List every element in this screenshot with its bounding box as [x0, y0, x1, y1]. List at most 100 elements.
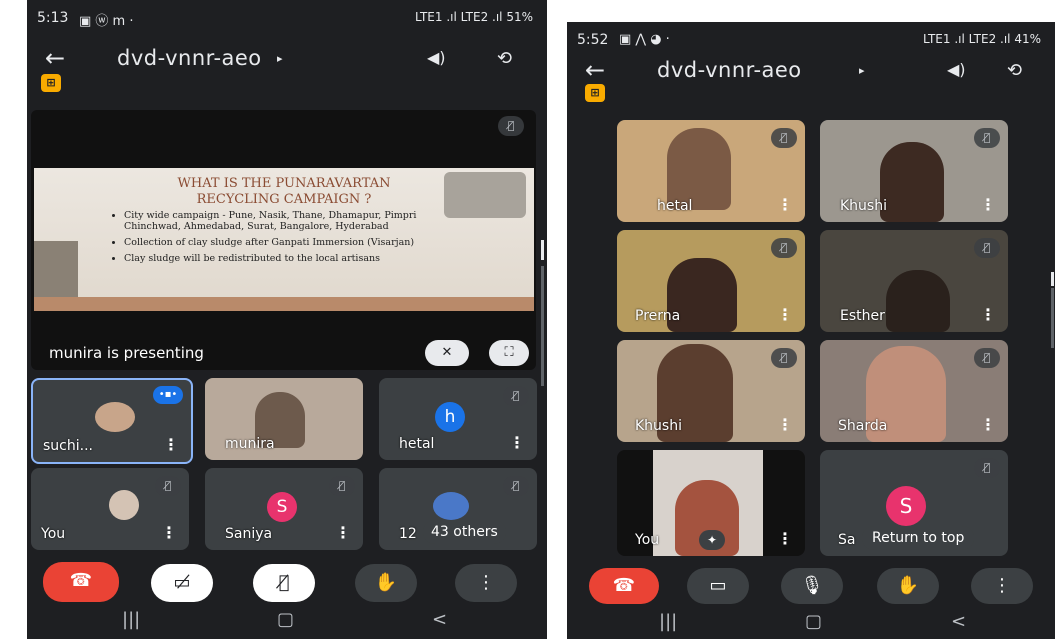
- participant-name: suchi...: [43, 438, 93, 454]
- end-call-button[interactable]: ☎: [589, 568, 659, 604]
- back-arrow-icon[interactable]: ←: [585, 56, 605, 84]
- avatar: S: [886, 486, 926, 526]
- participant-name: You: [635, 532, 660, 548]
- status-time: 5:13: [37, 10, 69, 26]
- participant-name: 12: [399, 526, 417, 542]
- more-options-icon[interactable]: ⋮: [777, 529, 793, 548]
- pin-off-icon[interactable]: ✕: [425, 340, 469, 366]
- participant-tile[interactable]: •▪• suchi... ⋮: [31, 378, 193, 464]
- recents-icon[interactable]: |||: [659, 611, 677, 632]
- participant-tile[interactable]: 🎙̸ 12 43 others: [379, 468, 537, 550]
- return-to-top-button[interactable]: Return to top: [862, 526, 975, 550]
- scrollbar-thumb[interactable]: [541, 240, 544, 260]
- participant-tile[interactable]: You ✦ ⋮: [617, 450, 805, 556]
- participant-tile[interactable]: 🎙̸ hetal ⋮: [617, 120, 805, 222]
- more-options-icon[interactable]: ⋮: [777, 195, 793, 214]
- more-options-icon[interactable]: ⋮: [509, 433, 525, 452]
- participant-tile[interactable]: munira: [205, 378, 363, 460]
- participant-tile[interactable]: 🎙̸ Khushi ⋮: [820, 120, 1008, 222]
- participant-tile[interactable]: 🎙̸ Sharda ⋮: [820, 340, 1008, 442]
- slide-footer-band: [34, 297, 534, 311]
- more-vert-icon: ⋮: [477, 572, 495, 593]
- status-time: 5:52: [577, 32, 609, 48]
- mic-off-icon: 🎙̸: [974, 348, 1000, 368]
- switch-camera-icon[interactable]: ⟲: [1007, 60, 1022, 81]
- participant-tile[interactable]: 🎙̸ h hetal ⋮: [379, 378, 537, 460]
- end-call-button[interactable]: ☎: [43, 562, 119, 602]
- speaker-icon[interactable]: ◀): [947, 60, 966, 79]
- mic-off-icon: 🎙̸: [974, 238, 1000, 258]
- title-chevron-icon[interactable]: ▸: [277, 52, 283, 65]
- more-options-button[interactable]: ⋮: [455, 564, 517, 602]
- scrollbar-thumb[interactable]: [1051, 272, 1054, 286]
- effects-sparkle-icon[interactable]: ✦: [699, 530, 725, 550]
- meeting-title[interactable]: dvd-vnnr-aeo: [657, 58, 802, 82]
- participant-tile[interactable]: 🎙̸ Esther ⋮: [820, 230, 1008, 332]
- more-options-icon[interactable]: ⋮: [980, 305, 996, 324]
- participant-name: Sa: [838, 532, 856, 548]
- camera-off-icon: ▭̸: [173, 572, 191, 593]
- participant-name: Khushi: [840, 198, 887, 214]
- more-options-icon[interactable]: ⋮: [163, 435, 179, 454]
- more-options-icon[interactable]: ⋮: [335, 523, 351, 542]
- phone-hangup-icon: ☎: [69, 570, 93, 591]
- participant-tile[interactable]: 🎙̸ S Saniya ⋮: [205, 468, 363, 550]
- speaker-icon[interactable]: ◀): [427, 48, 446, 67]
- participant-name: hetal: [399, 436, 435, 452]
- status-signal-battery: LTE1 .ıl LTE2 .ıl 41%: [922, 32, 1041, 46]
- slide-bullets: City wide campaign - Pune, Nasik, Thane,…: [112, 210, 464, 269]
- more-options-icon[interactable]: ⋮: [980, 195, 996, 214]
- meeting-title[interactable]: dvd-vnnr-aeo: [117, 46, 262, 70]
- scrollbar-track[interactable]: [1051, 288, 1054, 348]
- mic-off-icon: 🎙̸: [771, 128, 797, 148]
- more-options-icon[interactable]: ⋮: [777, 415, 793, 434]
- back-nav-icon[interactable]: <: [432, 609, 447, 630]
- avatar: S: [267, 492, 297, 522]
- mic-off-icon: 🎙̸: [503, 386, 529, 406]
- hand-icon: ✋: [896, 575, 920, 596]
- more-options-icon[interactable]: ⋮: [777, 305, 793, 324]
- raise-hand-button[interactable]: ✋: [877, 568, 939, 604]
- mic-off-icon: 🎙̸: [974, 128, 1000, 148]
- participant-tile[interactable]: 🎙̸ Khushi ⋮: [617, 340, 805, 442]
- presentation-mic-off-icon: 🎙̸: [498, 116, 524, 136]
- home-icon[interactable]: ▢: [277, 609, 294, 630]
- mic-off-icon: 🎙̸: [503, 476, 529, 496]
- camera-toggle-button[interactable]: ▭̸: [151, 564, 213, 602]
- recents-icon[interactable]: |||: [122, 609, 140, 630]
- mic-toggle-button[interactable]: 🎙: [781, 568, 843, 604]
- presenting-label: munira is presenting: [49, 344, 204, 362]
- mic-icon: 🎙: [800, 575, 824, 596]
- fullscreen-icon[interactable]: ⛶: [489, 340, 529, 366]
- back-arrow-icon[interactable]: ←: [45, 44, 65, 72]
- hand-icon: ✋: [374, 572, 398, 593]
- switch-camera-icon[interactable]: ⟲: [497, 48, 512, 69]
- slide-bullet: City wide campaign - Pune, Nasik, Thane,…: [124, 210, 464, 232]
- back-nav-icon[interactable]: <: [951, 611, 966, 632]
- home-icon[interactable]: ▢: [805, 611, 822, 632]
- participant-name: Saniya: [225, 526, 273, 542]
- scrollbar-track[interactable]: [541, 266, 544, 386]
- title-chevron-icon[interactable]: ▸: [859, 64, 865, 77]
- participant-name: Prerna: [635, 308, 681, 324]
- participant-tile[interactable]: 🎙̸ You ⋮: [31, 468, 189, 550]
- more-options-icon[interactable]: ⋮: [161, 523, 177, 542]
- participant-tile[interactable]: 🎙̸ S Sa Return to top: [820, 450, 1008, 556]
- participant-tile[interactable]: 🎙̸ Prerna ⋮: [617, 230, 805, 332]
- others-count-pill[interactable]: 43 others: [423, 520, 506, 544]
- mic-off-icon: 🎙̸: [771, 348, 797, 368]
- camera-toggle-button[interactable]: ▭: [687, 568, 749, 604]
- meeting-header: ← dvd-vnnr-aeo ▸ ◀) ⟲: [27, 44, 547, 84]
- raise-hand-button[interactable]: ✋: [355, 564, 417, 602]
- more-vert-icon: ⋮: [993, 575, 1011, 596]
- more-options-button[interactable]: ⋮: [971, 568, 1033, 604]
- mic-toggle-button[interactable]: 🎙̸: [253, 564, 315, 602]
- phone-hangup-icon: ☎: [612, 575, 636, 596]
- more-options-icon[interactable]: ⋮: [980, 415, 996, 434]
- avatar: [433, 492, 469, 520]
- camera-icon: ▭: [709, 575, 727, 596]
- mic-off-icon: 🎙̸: [974, 458, 1000, 478]
- participant-name: munira: [225, 436, 275, 452]
- slide-bullet: Clay sludge will be redistributed to the…: [124, 253, 464, 264]
- participant-video: [880, 142, 944, 222]
